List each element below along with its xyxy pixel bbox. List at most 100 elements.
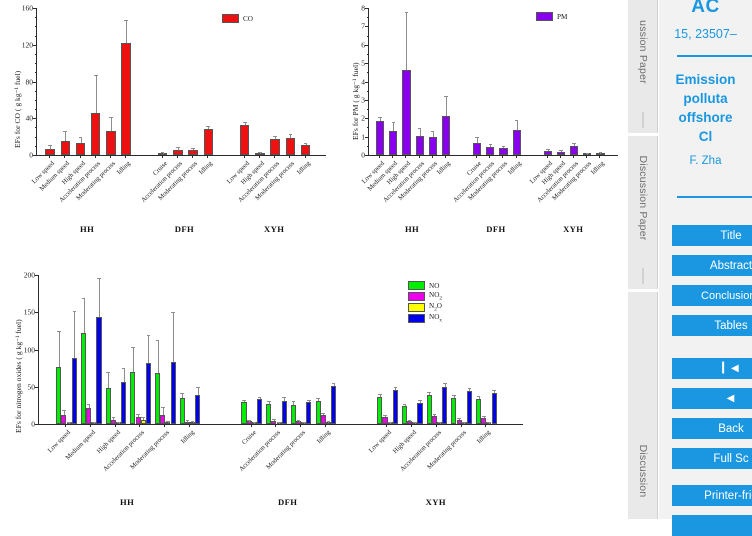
bar bbox=[442, 116, 450, 155]
error-bar-cap bbox=[191, 421, 195, 422]
error-bar bbox=[99, 279, 100, 318]
strip-label-1: Discussion Paper bbox=[637, 156, 649, 241]
paper-title-line-0: Emission bbox=[659, 70, 752, 89]
button-full-screen[interactable]: Full Sc bbox=[672, 448, 752, 469]
error-bar-cap bbox=[332, 383, 336, 384]
y-tick bbox=[35, 387, 39, 388]
error-bar-cap bbox=[462, 422, 466, 423]
error-bar-cap bbox=[176, 147, 180, 148]
error-bar-cap bbox=[443, 383, 447, 384]
error-bar-cap bbox=[427, 392, 431, 393]
error-bar bbox=[158, 341, 159, 373]
button-extra[interactable] bbox=[672, 515, 752, 536]
bar bbox=[389, 131, 397, 155]
bar bbox=[76, 143, 85, 155]
error-bar-cap bbox=[258, 397, 262, 398]
error-bar-cap bbox=[106, 372, 110, 373]
button-tables[interactable]: Tables bbox=[672, 315, 752, 336]
bar bbox=[331, 386, 336, 424]
error-bar bbox=[245, 123, 246, 125]
y-minor-tick bbox=[35, 127, 38, 128]
x-tick bbox=[547, 155, 548, 158]
x-tick bbox=[379, 155, 380, 158]
button-back[interactable]: Back bbox=[672, 418, 752, 439]
x-tick bbox=[110, 155, 111, 158]
error-bar bbox=[561, 151, 562, 152]
error-bar-cap bbox=[502, 146, 506, 147]
chart-nox-bars bbox=[39, 275, 523, 424]
x-tick bbox=[177, 155, 178, 158]
error-bar bbox=[309, 401, 310, 403]
error-bar bbox=[574, 144, 575, 145]
error-bar bbox=[50, 146, 51, 149]
y-tick-label: 8 bbox=[361, 4, 365, 13]
error-bar bbox=[318, 399, 319, 400]
y-tick bbox=[35, 312, 39, 313]
legend-swatch bbox=[408, 292, 425, 301]
x-tick bbox=[485, 424, 486, 427]
error-bar-cap bbox=[413, 422, 417, 423]
error-bar bbox=[168, 422, 169, 423]
bar bbox=[282, 401, 287, 424]
error-bar-cap bbox=[378, 394, 382, 395]
button-abstract[interactable]: Abstract bbox=[672, 255, 752, 276]
x-tick bbox=[573, 155, 574, 158]
button-previous-page[interactable]: ◀ bbox=[672, 388, 752, 409]
y-minor-tick bbox=[367, 155, 370, 156]
error-bar-cap bbox=[388, 422, 392, 423]
x-tick bbox=[405, 155, 406, 158]
x-category-label: Low speed bbox=[28, 429, 73, 474]
button-title-page[interactable]: Title bbox=[672, 225, 752, 246]
x-tick bbox=[516, 155, 517, 158]
bar bbox=[146, 363, 151, 424]
error-bar-cap bbox=[492, 390, 496, 391]
button-conclusions[interactable]: Conclusions bbox=[672, 285, 752, 306]
y-minor-tick bbox=[35, 155, 38, 156]
x-tick bbox=[90, 424, 91, 427]
chart-co-legend: CO bbox=[222, 14, 253, 25]
error-bar-cap bbox=[258, 152, 262, 153]
x-tick bbox=[461, 424, 462, 427]
legend-label: NO bbox=[429, 282, 439, 290]
y-tick-label: 6 bbox=[361, 40, 365, 49]
x-tick bbox=[49, 155, 50, 158]
error-bar-cap bbox=[87, 404, 91, 405]
error-bar-cap bbox=[546, 149, 550, 150]
x-tick bbox=[502, 155, 503, 158]
legend-row: PM bbox=[536, 12, 567, 21]
strip-divider-2 bbox=[642, 268, 643, 284]
x-tick bbox=[599, 155, 600, 158]
error-bar bbox=[334, 384, 335, 386]
button-printer-friendly[interactable]: Printer-frie bbox=[672, 485, 752, 506]
error-bar-cap bbox=[171, 312, 175, 313]
journal-panel: AC 15, 23507– Emission polluta offshore … bbox=[659, 0, 752, 519]
legend-swatch bbox=[536, 12, 553, 21]
bar bbox=[240, 125, 249, 155]
error-bar bbox=[111, 118, 112, 130]
error-bar-cap bbox=[62, 410, 66, 411]
y-tick bbox=[35, 275, 39, 276]
error-bar bbox=[306, 144, 307, 146]
error-bar-cap bbox=[94, 75, 98, 76]
error-bar bbox=[494, 391, 495, 393]
legend-swatch bbox=[408, 303, 425, 312]
bar bbox=[121, 382, 126, 424]
error-bar bbox=[269, 402, 270, 404]
paper-title-line-1: polluta bbox=[659, 89, 752, 108]
error-bar bbox=[74, 312, 75, 357]
error-bar bbox=[434, 415, 435, 416]
y-tick-label: 5 bbox=[361, 59, 365, 68]
x-tick bbox=[125, 155, 126, 158]
error-bar-cap bbox=[378, 117, 382, 118]
bar bbox=[429, 137, 437, 155]
x-tick bbox=[162, 155, 163, 158]
x-tick bbox=[139, 424, 140, 427]
legend-row: N2O bbox=[408, 303, 442, 312]
y-tick-label: 160 bbox=[22, 4, 33, 13]
bar bbox=[402, 70, 410, 155]
error-bar bbox=[380, 118, 381, 121]
y-minor-tick bbox=[367, 63, 370, 64]
error-bar bbox=[284, 398, 285, 401]
button-first-page[interactable]: ▎◀ bbox=[672, 358, 752, 379]
bar bbox=[417, 403, 422, 424]
